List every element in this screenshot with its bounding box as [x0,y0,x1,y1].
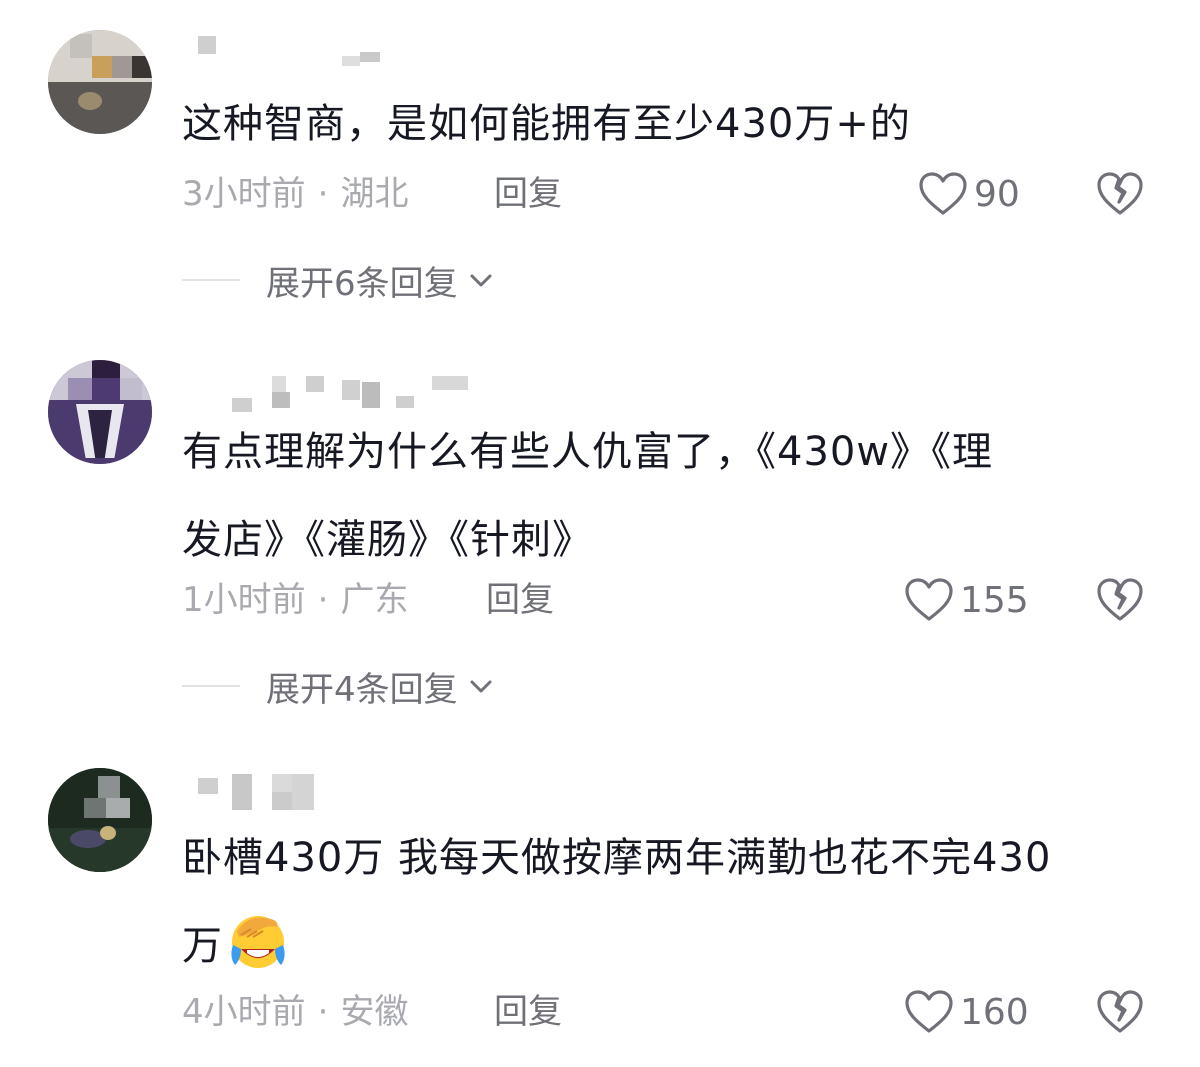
like-button[interactable]: 160 [904,988,1029,1036]
comment-time: 3小时前 [182,174,306,214]
username-blurred[interactable] [182,774,382,818]
reply-button[interactable]: 回复 [494,172,562,216]
comment-meta: 3小时前 · 湖北 [182,172,408,216]
like-count: 155 [960,579,1029,621]
heart-icon [905,578,953,621]
comment-item: 有点理解为什么有些人仇富了，《430w》《理 发店》《灌肠》《针刺》 1小时前 ·… [0,340,1200,730]
meta-separator: · [317,174,329,214]
face-with-hand-over-eyes-crying-emoji [231,916,285,968]
like-button[interactable]: 155 [904,576,1029,624]
comment-text-fragment: 万 [182,923,223,969]
comment-text-line: 有点理解为什么有些人仇富了，《430w》《理 [182,429,994,475]
meta-separator: · [317,580,329,620]
comment-text: 这种智商，是如何能拥有至少430万+的 [182,101,911,147]
like-count: 160 [960,991,1029,1033]
avatar[interactable] [48,768,152,872]
divider-line [182,279,240,281]
reply-button[interactable]: 回复 [494,990,562,1034]
heart-icon [919,172,967,215]
comment-text: 有点理解为什么有些人仇富了，《430w》《理 发店》《灌肠》《针刺》 [182,408,1142,584]
comment-text-line: 发店》《灌肠》《针刺》 [182,517,593,563]
comment-meta: 1小时前 · 广东 [182,578,408,622]
comment-meta: 4小时前 · 安徽 [182,990,408,1034]
dislike-button[interactable] [1096,576,1144,624]
like-count: 90 [974,173,1020,215]
comment-text: 卧槽430万 我每天做按摩两年满勤也花不完430 万 [182,814,1142,990]
expand-replies-button[interactable]: 展开6条回复 [182,258,496,304]
comment-item: 卧槽430万 我每天做按摩两年满勤也花不完430 万 4小时前 · 安徽 回复 16… [0,760,1200,1060]
broken-heart-icon [1097,578,1143,621]
comment-item: 这种智商，是如何能拥有至少430万+的 3小时前 · 湖北 回复 90 展开6条回复 [0,0,1200,330]
reply-button[interactable]: 回复 [486,578,554,622]
comment-time: 4小时前 [182,992,306,1032]
expand-replies-label: 展开4条回复 [266,669,458,710]
comment-location: 安徽 [340,992,409,1032]
comment-time: 1小时前 [182,580,306,620]
heart-icon [905,990,953,1033]
avatar[interactable] [48,360,152,464]
expand-replies-button[interactable]: 展开4条回复 [182,664,496,710]
expand-replies-label: 展开6条回复 [266,263,458,304]
divider-line [182,685,240,687]
broken-heart-icon [1097,990,1143,1033]
meta-separator: · [317,992,329,1032]
dislike-button[interactable] [1096,988,1144,1036]
avatar[interactable] [48,30,152,134]
username-blurred[interactable] [182,36,382,80]
broken-heart-icon [1097,172,1143,215]
chevron-down-icon [470,274,492,287]
chevron-down-icon [470,680,492,693]
like-button[interactable]: 90 [918,170,1020,218]
comment-location: 湖北 [340,174,409,214]
comment-text-line: 卧槽430万 我每天做按摩两年满勤也花不完430 [182,835,1052,881]
dislike-button[interactable] [1096,170,1144,218]
comment-location: 广东 [340,580,409,620]
comment-text-line: 万 [182,902,1142,990]
